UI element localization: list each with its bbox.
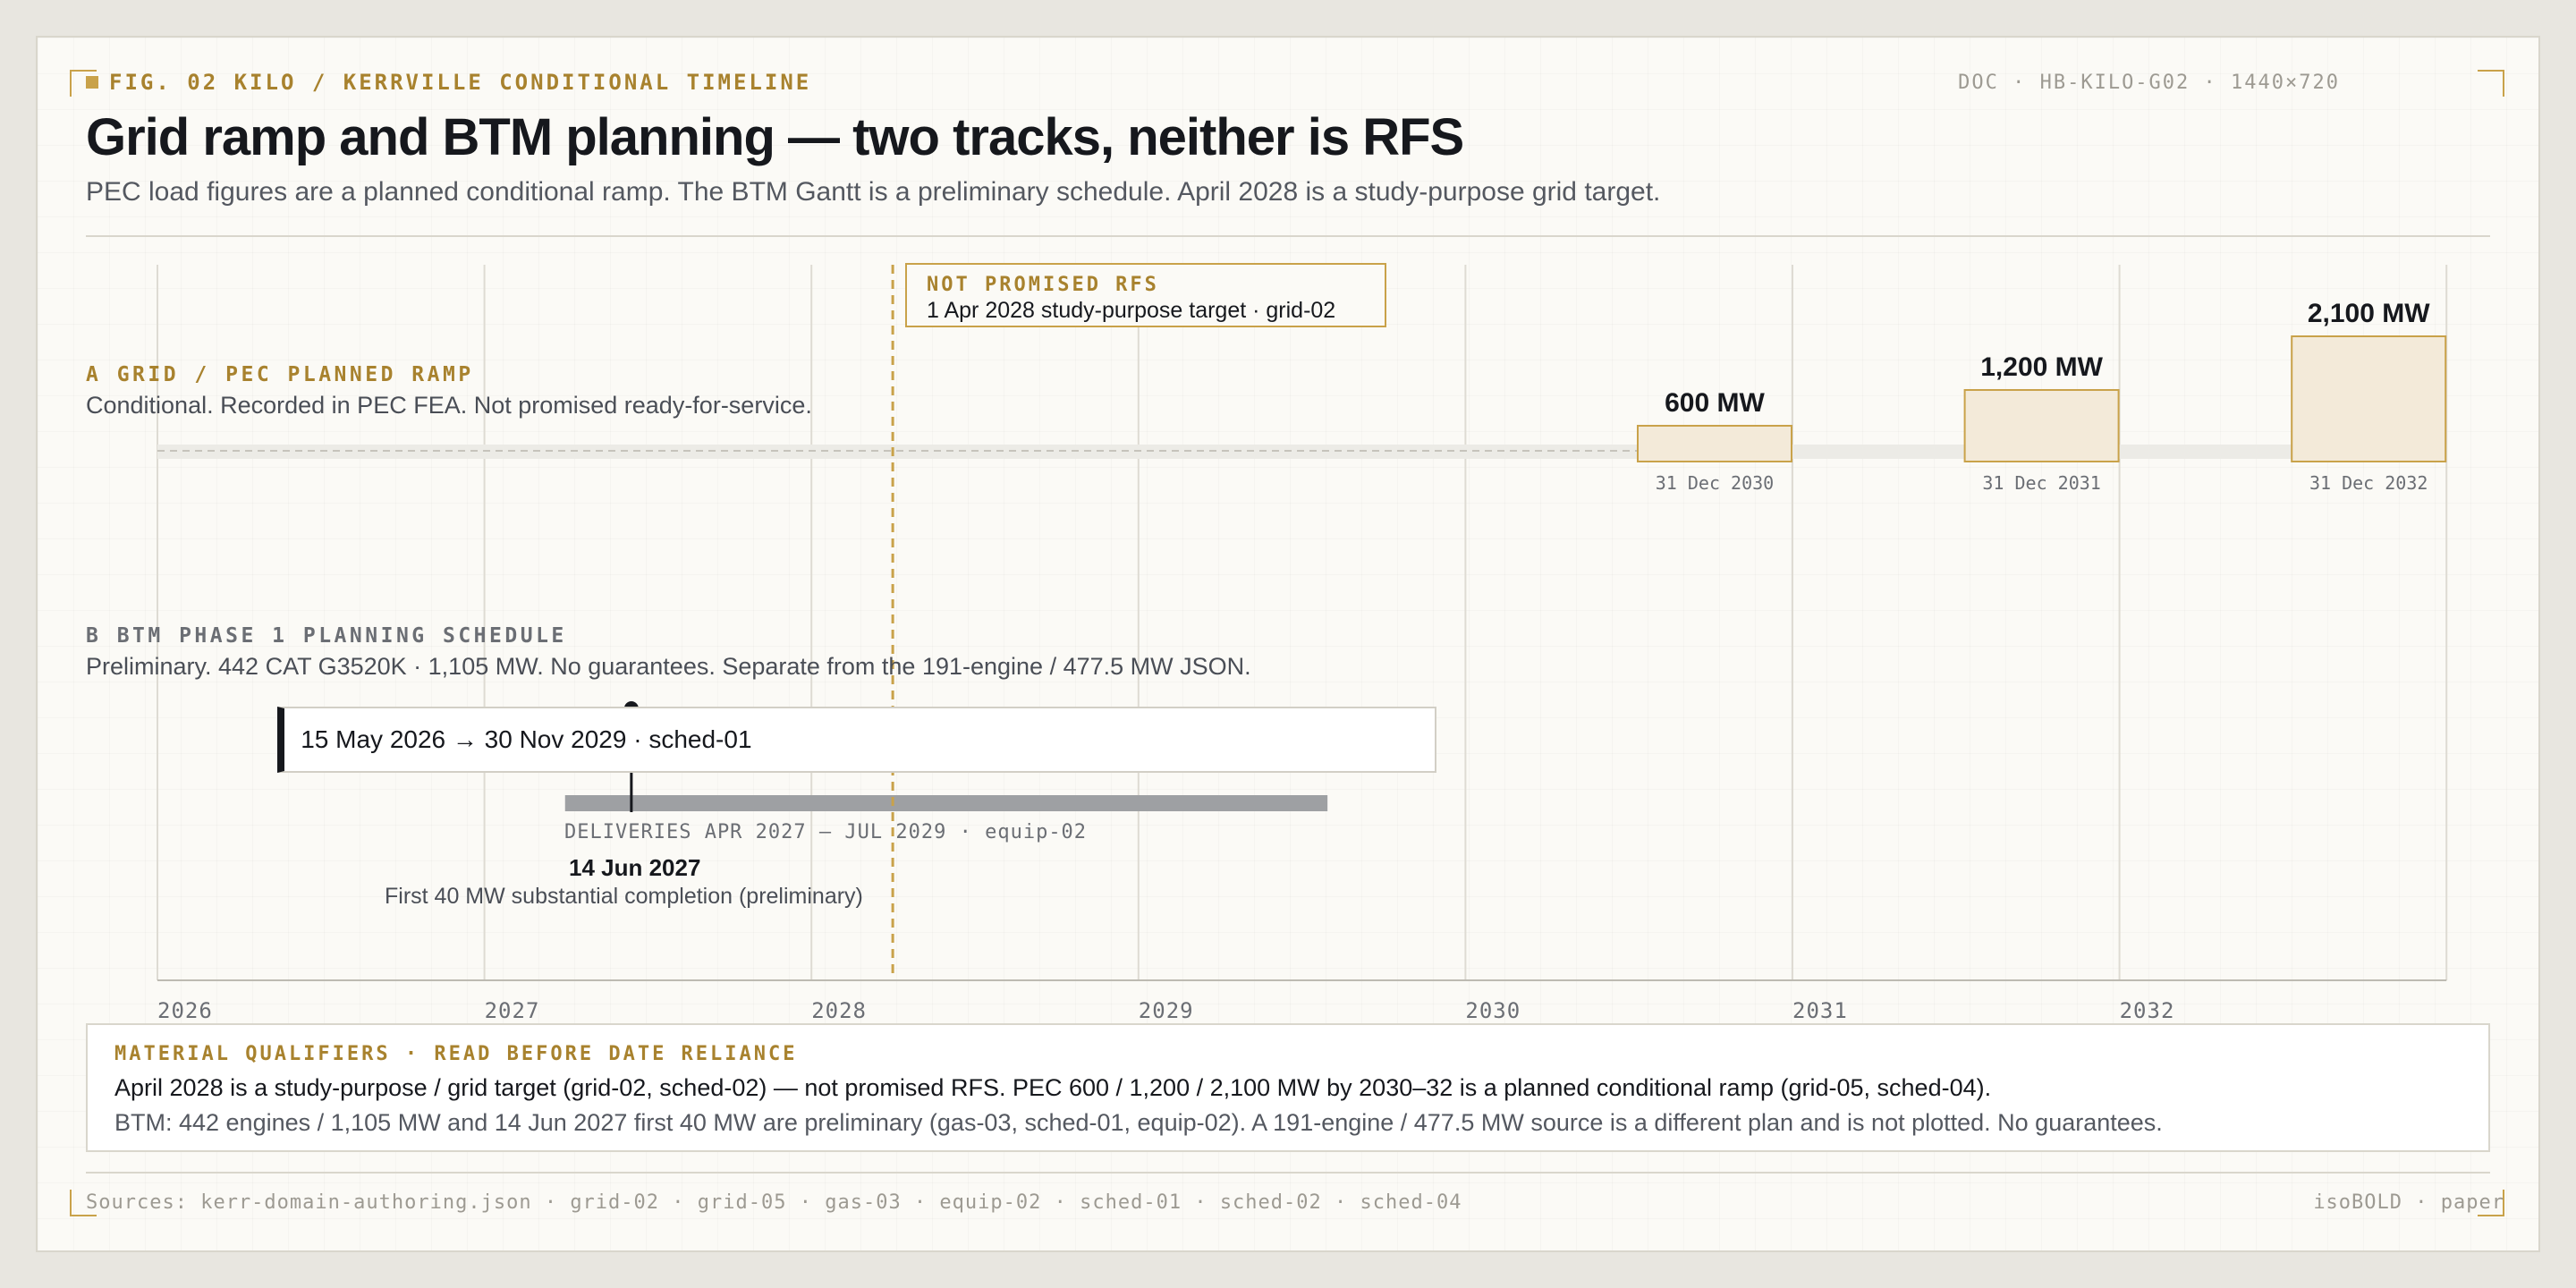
- track-b-kicker: B BTM PHASE 1 PLANNING SCHEDULE: [86, 624, 567, 648]
- qualifiers-box: MATERIAL QUALIFIERS · READ BEFORE DATE R…: [86, 1023, 2490, 1152]
- track-a-kicker: A GRID / PEC PLANNED RAMP: [86, 363, 474, 386]
- qualifiers-line-1: April 2028 is a study-purpose / grid tar…: [114, 1074, 1992, 1101]
- deliveries-bar: [564, 795, 1328, 811]
- ramp-box: [1636, 425, 1792, 462]
- x-axis-tick-label: 2032: [2119, 998, 2175, 1023]
- ramp-mw-label: 600 MW: [1665, 388, 1765, 418]
- milestone-date: 14 Jun 2027: [569, 854, 701, 881]
- rfs-callout-kicker: NOT PROMISED RFS: [927, 274, 1159, 296]
- track-b-description: Preliminary. 442 CAT G3520K · 1,105 MW. …: [86, 653, 1251, 680]
- ramp-box: [1963, 389, 2120, 462]
- ramp-mw-label: 1,200 MW: [1980, 352, 2103, 382]
- ramp-box: [2291, 335, 2447, 462]
- qualifiers-line-2: BTM: 442 engines / 1,105 MW and 14 Jun 2…: [114, 1109, 2163, 1136]
- deliveries-label: DELIVERIES APR 2027 – JUL 2029 · equip-0…: [564, 821, 1088, 843]
- x-axis-tick-label: 2027: [484, 998, 540, 1023]
- ramp-date-label: 31 Dec 2030: [1655, 472, 1775, 494]
- rfs-callout-text: 1 Apr 2028 study-purpose target · grid-0…: [927, 298, 1336, 323]
- footer-divider: [86, 1172, 2490, 1174]
- brand-label: isoBOLD · paper: [2313, 1191, 2504, 1214]
- qualifiers-kicker: MATERIAL QUALIFIERS · READ BEFORE DATE R…: [114, 1043, 798, 1065]
- x-axis-tick-label: 2026: [157, 998, 213, 1023]
- x-axis-tick-label: 2030: [1465, 998, 1521, 1023]
- ramp-mw-label: 2,100 MW: [2307, 299, 2430, 328]
- x-axis-tick-label: 2029: [1138, 998, 1194, 1023]
- btm-schedule-bar: 15 May 2026 → 30 Nov 2029 · sched-01: [277, 707, 1437, 773]
- milestone-description: First 40 MW substantial completion (prel…: [385, 884, 863, 909]
- rfs-callout: NOT PROMISED RFS 1 Apr 2028 study-purpos…: [905, 263, 1386, 327]
- x-axis-tick-label: 2028: [811, 998, 867, 1023]
- btm-schedule-label: 15 May 2026 → 30 Nov 2029 · sched-01: [301, 725, 752, 753]
- sources-line: Sources: kerr-domain-authoring.json · gr…: [86, 1191, 1462, 1214]
- track-a-description: Conditional. Recorded in PEC FEA. Not pr…: [86, 392, 812, 419]
- ramp-date-label: 31 Dec 2032: [2309, 472, 2428, 494]
- ramp-date-label: 31 Dec 2031: [1982, 472, 2101, 494]
- x-axis-tick-label: 2031: [1792, 998, 1848, 1023]
